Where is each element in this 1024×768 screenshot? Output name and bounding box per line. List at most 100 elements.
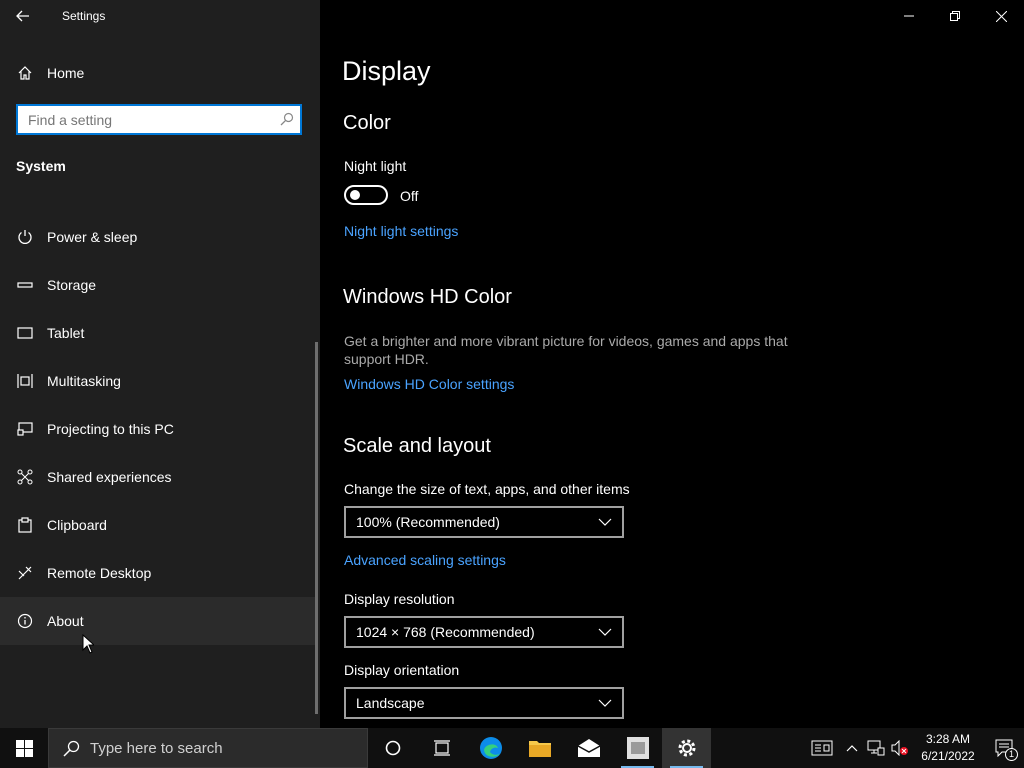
tablet-icon <box>16 324 34 342</box>
app-title: Settings <box>62 9 106 23</box>
projecting-icon <box>16 420 34 438</box>
shared-experiences-icon <box>16 468 34 486</box>
news-icon <box>811 740 833 756</box>
notification-badge: 1 <box>1005 748 1018 761</box>
search-input[interactable] <box>18 106 278 133</box>
volume-muted-icon <box>891 740 908 756</box>
multitasking-icon <box>16 372 34 390</box>
restore-button[interactable] <box>932 0 978 32</box>
sidebar-nav-list: Power & sleep Storage Tablet Multitaskin… <box>0 213 316 645</box>
clock-time: 3:28 AM <box>925 732 971 746</box>
text-size-label: Change the size of text, apps, and other… <box>344 481 630 497</box>
night-light-state: Off <box>400 188 419 204</box>
hd-color-heading: Windows HD Color <box>343 286 512 308</box>
home-icon <box>16 64 34 82</box>
task-view-button[interactable] <box>417 728 466 768</box>
resolution-value: 1024 × 768 (Recommended) <box>356 624 535 640</box>
taskbar-search-placeholder: Type here to search <box>90 739 223 757</box>
news-widget-button[interactable] <box>804 728 840 768</box>
chevron-down-icon <box>598 698 612 708</box>
sidebar-item-home[interactable]: Home <box>0 56 316 90</box>
remote-desktop-icon <box>16 564 34 582</box>
settings-taskbar-button[interactable] <box>662 728 711 768</box>
back-button[interactable] <box>10 6 36 26</box>
network-icon <box>867 740 885 756</box>
resolution-dropdown[interactable]: 1024 × 768 (Recommended) <box>344 616 624 648</box>
sidebar-item-about[interactable]: About <box>0 597 316 645</box>
sidebar-item-storage[interactable]: Storage <box>0 261 316 309</box>
sidebar-item-power-sleep[interactable]: Power & sleep <box>0 213 316 261</box>
sidebar-scrollbar[interactable] <box>315 342 318 714</box>
chevron-down-icon <box>598 627 612 637</box>
show-hidden-icons-button[interactable] <box>840 728 864 768</box>
scale-value: 100% (Recommended) <box>356 514 500 530</box>
storage-icon <box>16 276 34 294</box>
sidebar-item-label: Tablet <box>47 325 85 341</box>
main-content: Display Color Night light Off Night ligh… <box>320 32 1024 728</box>
search-icon <box>63 740 80 757</box>
toggle-knob <box>350 190 360 200</box>
power-icon <box>16 228 34 246</box>
orientation-value: Landscape <box>356 695 425 711</box>
title-bar: Settings <box>0 0 320 32</box>
sidebar-item-tablet[interactable]: Tablet <box>0 309 316 357</box>
night-light-settings-link[interactable]: Night light settings <box>344 223 458 239</box>
color-heading: Color <box>343 112 391 134</box>
close-button[interactable] <box>978 0 1024 32</box>
chevron-up-icon <box>846 745 858 752</box>
restore-icon <box>950 11 960 21</box>
clock[interactable]: 3:28 AM 6/21/2022 <box>912 731 984 765</box>
folder-icon <box>528 741 551 757</box>
gear-icon <box>678 739 695 757</box>
back-arrow-icon <box>16 10 29 22</box>
sidebar-item-remote-desktop[interactable]: Remote Desktop <box>0 549 316 597</box>
sidebar-item-label: Remote Desktop <box>47 565 152 581</box>
sidebar-item-label: About <box>47 613 84 629</box>
network-button[interactable] <box>864 728 888 768</box>
night-light-toggle[interactable] <box>344 185 388 205</box>
scale-dropdown[interactable]: 100% (Recommended) <box>344 506 624 538</box>
windows-logo-icon <box>15 739 33 757</box>
hd-color-description: Get a brighter and more vibrant picture … <box>344 333 788 367</box>
sidebar-item-clipboard[interactable]: Clipboard <box>0 501 316 549</box>
store-app-button[interactable] <box>613 728 662 768</box>
mail-icon <box>577 739 600 757</box>
minimize-icon <box>904 15 914 17</box>
mail-button[interactable] <box>564 728 613 768</box>
clock-date: 6/21/2022 <box>921 749 975 763</box>
volume-button[interactable] <box>888 728 912 768</box>
sidebar-item-label: Storage <box>47 277 97 293</box>
start-button[interactable] <box>0 728 48 768</box>
sidebar-item-multitasking[interactable]: Multitasking <box>0 357 316 405</box>
sidebar-item-label: Shared experiences <box>47 469 172 485</box>
task-view-icon <box>433 740 450 756</box>
mouse-cursor-icon <box>82 634 94 654</box>
advanced-scaling-link[interactable]: Advanced scaling settings <box>344 552 506 568</box>
minimize-button[interactable] <box>886 0 932 32</box>
settings-search-box[interactable] <box>16 104 302 135</box>
info-icon <box>16 612 34 630</box>
clipboard-icon <box>16 516 34 534</box>
store-app-icon <box>626 737 649 759</box>
sidebar-item-label: Clipboard <box>47 517 107 533</box>
taskbar-search-box[interactable]: Type here to search <box>48 728 368 768</box>
sidebar-item-label: Projecting to this PC <box>47 421 174 437</box>
action-center-button[interactable]: 1 <box>984 728 1024 768</box>
close-icon <box>995 10 1007 22</box>
search-icon[interactable] <box>280 112 294 126</box>
sidebar-item-label: Home <box>47 65 85 81</box>
sidebar-item-label: Multitasking <box>47 373 121 389</box>
sidebar-item-projecting[interactable]: Projecting to this PC <box>0 405 316 453</box>
edge-taskbar-button[interactable] <box>466 728 515 768</box>
file-explorer-button[interactable] <box>515 728 564 768</box>
sidebar-item-shared-experiences[interactable]: Shared experiences <box>0 453 316 501</box>
sidebar-item-label: Power & sleep <box>47 229 138 245</box>
cortana-button[interactable] <box>368 728 417 768</box>
orientation-dropdown[interactable]: Landscape <box>344 687 624 719</box>
resolution-label: Display resolution <box>344 591 455 607</box>
system-tray: 3:28 AM 6/21/2022 1 <box>804 728 1024 768</box>
edge-browser-icon <box>479 737 502 759</box>
hd-color-settings-link[interactable]: Windows HD Color settings <box>344 376 514 392</box>
taskbar: Type here to search 3:28 AM 6/21/2022 1 <box>0 728 1024 768</box>
night-light-label: Night light <box>344 158 407 174</box>
